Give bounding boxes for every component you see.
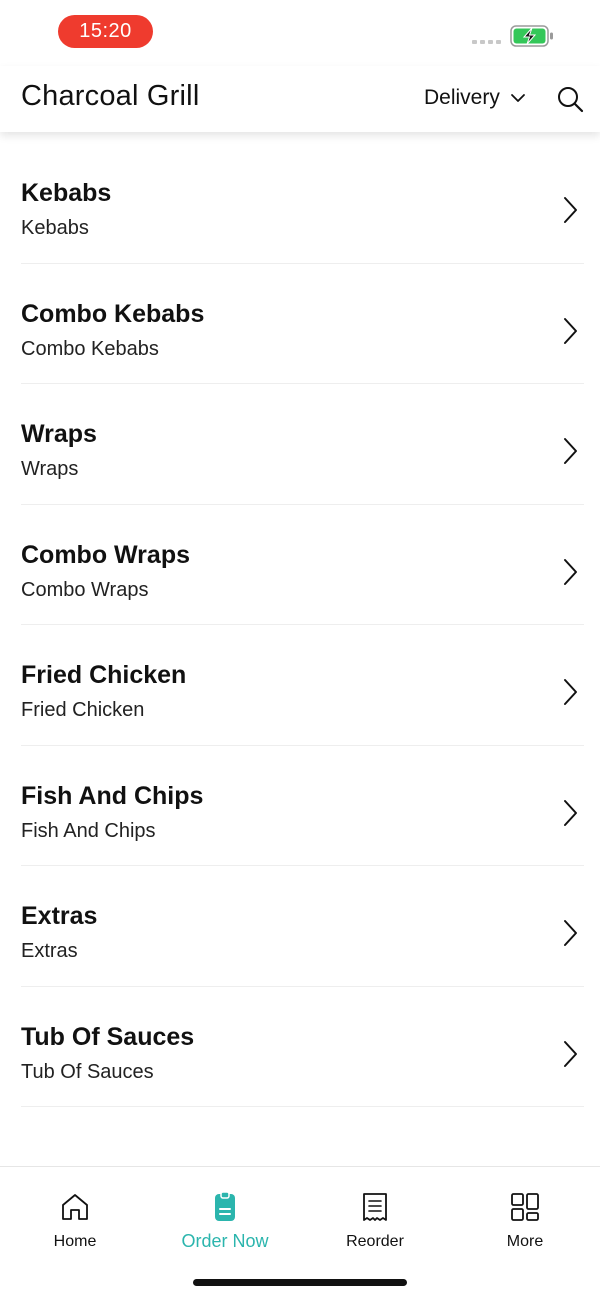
chevron-right-icon (564, 438, 577, 464)
status-time: 15:20 (58, 15, 153, 48)
tab-label: Reorder (346, 1233, 404, 1250)
category-title: Fried Chicken (21, 661, 187, 689)
tab-label: Home (53, 1233, 97, 1250)
signal-icon (472, 40, 501, 44)
delivery-mode-label: Delivery (424, 86, 500, 109)
home-icon (62, 1194, 88, 1220)
chevron-right-icon (564, 679, 577, 705)
grid-icon (511, 1193, 539, 1221)
category-subtitle: Combo Kebabs (21, 337, 159, 360)
category-list: Kebabs Kebabs Combo Kebabs Combo Kebabs … (0, 143, 600, 1107)
category-title: Fish And Chips (21, 781, 204, 810)
battery-charging-icon (510, 25, 553, 47)
tab-home[interactable]: Home (0, 1167, 150, 1267)
order-icon (215, 1191, 235, 1221)
category-subtitle: Tub Of Sauces (21, 1060, 154, 1083)
row-divider (21, 1106, 584, 1107)
chevron-right-icon (564, 317, 577, 344)
receipt-icon (363, 1193, 387, 1221)
category-subtitle: Extras (21, 940, 78, 962)
category-row-fried-chicken[interactable]: Fried Chicken Fried Chicken (0, 625, 600, 746)
category-row-fish-and-chips[interactable]: Fish And Chips Fish And Chips (0, 746, 600, 866)
category-row-combo-kebabs[interactable]: Combo Kebabs Combo Kebabs (0, 264, 600, 384)
category-title: Kebabs (21, 179, 112, 207)
chevron-right-icon (564, 197, 577, 223)
category-subtitle: Combo Wraps (21, 578, 149, 601)
chevron-right-icon (564, 920, 577, 946)
chevron-right-icon (564, 558, 577, 585)
tab-label: Order Now (181, 1231, 269, 1251)
tab-more[interactable]: More (450, 1167, 600, 1267)
home-indicator (193, 1279, 407, 1286)
category-row-wraps[interactable]: Wraps Wraps (0, 384, 600, 505)
category-row-extras[interactable]: Extras Extras (0, 866, 600, 987)
category-subtitle: Fried Chicken (21, 699, 145, 721)
category-subtitle: Kebabs (21, 217, 89, 239)
delivery-mode-dropdown[interactable]: Delivery (424, 86, 526, 110)
chevron-down-icon (510, 94, 525, 102)
category-subtitle: Fish And Chips (21, 819, 156, 842)
category-title: Wraps (21, 420, 97, 448)
chevron-right-icon (564, 1040, 577, 1067)
category-title: Combo Kebabs (21, 299, 205, 328)
tab-order-now[interactable]: Order Now (150, 1167, 300, 1267)
tab-label: More (506, 1233, 544, 1250)
category-subtitle: Wraps (21, 458, 79, 480)
app-header: Charcoal Grill Delivery (0, 66, 600, 132)
category-title: Extras (21, 902, 98, 930)
status-bar: 15:20 (0, 0, 600, 66)
page-title: Charcoal Grill (21, 80, 200, 112)
chevron-right-icon (564, 799, 577, 826)
category-title: Combo Wraps (21, 540, 190, 569)
category-row-tub-of-sauces[interactable]: Tub Of Sauces Tub Of Sauces (0, 987, 600, 1107)
tab-reorder[interactable]: Reorder (300, 1167, 450, 1267)
category-row-kebabs[interactable]: Kebabs Kebabs (0, 143, 600, 264)
search-icon[interactable] (556, 85, 584, 113)
category-title: Tub Of Sauces (21, 1022, 195, 1051)
category-row-combo-wraps[interactable]: Combo Wraps Combo Wraps (0, 505, 600, 625)
